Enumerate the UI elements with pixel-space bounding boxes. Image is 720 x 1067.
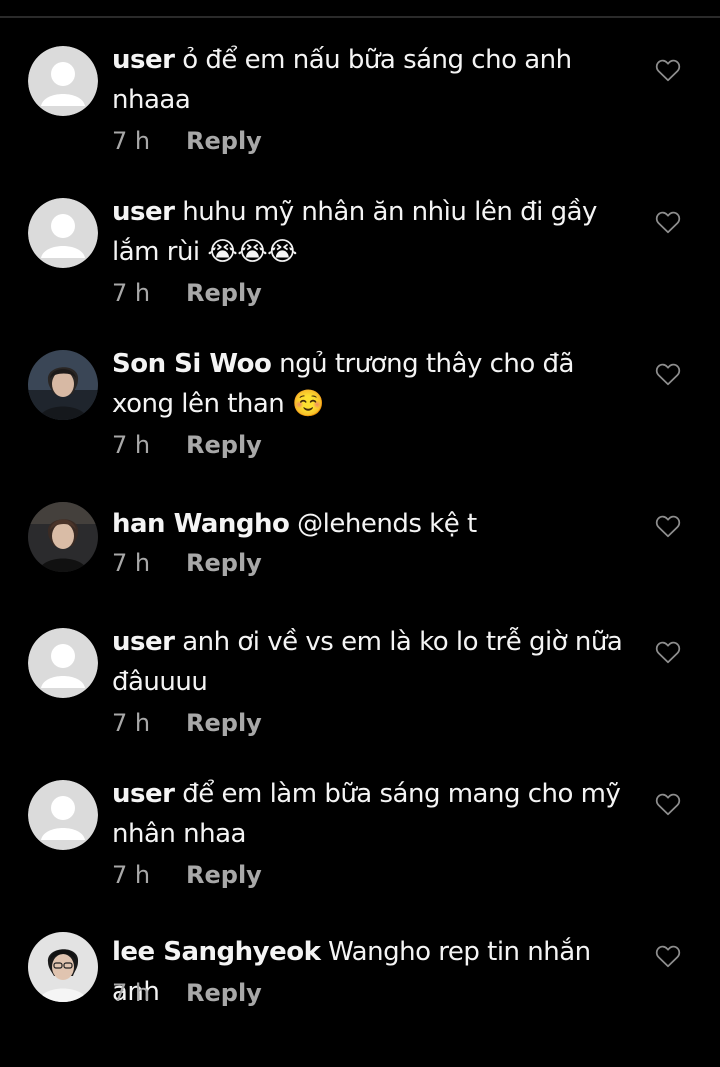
comment-item: han Wangho @lehends kệ t 7 h Reply bbox=[0, 502, 720, 592]
comment-body: @lehends kệ t bbox=[297, 509, 477, 539]
comment-text: Son Si Woo ngủ trương thây cho đã xong l… bbox=[112, 344, 630, 424]
comment-text: user anh ơi về vs em là ko lo trễ giờ nữ… bbox=[112, 622, 630, 702]
comment-meta: 7 h Reply bbox=[112, 860, 262, 890]
comment-meta: 7 h Reply bbox=[112, 708, 262, 738]
comment-meta: 7 h Reply bbox=[112, 126, 262, 156]
comment-username[interactable]: user bbox=[112, 45, 175, 75]
heart-outline-icon[interactable] bbox=[655, 514, 681, 538]
comment-meta: 7 h Reply bbox=[112, 548, 262, 578]
reply-button[interactable]: Reply bbox=[186, 431, 262, 459]
heart-outline-icon[interactable] bbox=[655, 362, 681, 386]
comment-text: user ỏ để em nấu bữa sáng cho anh nhaaa bbox=[112, 40, 630, 120]
comment-username[interactable]: user bbox=[112, 197, 175, 227]
comment-body: ỏ để em nấu bữa sáng cho anh nhaaa bbox=[112, 45, 572, 115]
reply-button[interactable]: Reply bbox=[186, 127, 262, 155]
reply-button[interactable]: Reply bbox=[186, 549, 262, 577]
reply-button[interactable]: Reply bbox=[186, 979, 262, 1007]
comment-time: 7 h bbox=[112, 549, 151, 577]
photo-avatar[interactable] bbox=[28, 932, 98, 1002]
heart-outline-icon[interactable] bbox=[655, 792, 681, 816]
comment-time: 7 h bbox=[112, 431, 151, 459]
comment-username[interactable]: han Wangho bbox=[112, 509, 290, 539]
heart-outline-icon[interactable] bbox=[655, 210, 681, 234]
top-divider bbox=[0, 16, 720, 18]
comment-item: lee Sanghyeok Wangho rep tin nhắn anh 7 … bbox=[0, 932, 720, 1022]
comment-body: anh ơi về vs em là ko lo trễ giờ nữa đâu… bbox=[112, 627, 623, 697]
comment-username[interactable]: Son Si Woo bbox=[112, 349, 272, 379]
comment-text: user huhu mỹ nhân ăn nhìu lên đi gầy lắm… bbox=[112, 192, 630, 272]
heart-outline-icon[interactable] bbox=[655, 640, 681, 664]
comment-time: 7 h bbox=[112, 861, 151, 889]
comment-meta: 7 h Reply bbox=[112, 978, 262, 1008]
comment-username[interactable]: lee Sanghyeok bbox=[112, 937, 321, 967]
default-avatar[interactable] bbox=[28, 628, 98, 698]
comment-time: 7 h bbox=[112, 279, 151, 307]
comment-item: user ỏ để em nấu bữa sáng cho anh nhaaa … bbox=[0, 45, 720, 166]
photo-avatar[interactable] bbox=[28, 350, 98, 420]
comment-time: 7 h bbox=[112, 709, 151, 737]
comment-item: user huhu mỹ nhân ăn nhìu lên đi gầy lắm… bbox=[0, 197, 720, 318]
comment-text: han Wangho @lehends kệ t bbox=[112, 504, 630, 544]
comment-body: để em làm bữa sáng mang cho mỹ nhân nhaa bbox=[112, 779, 621, 849]
comment-username[interactable]: user bbox=[112, 779, 175, 809]
reply-button[interactable]: Reply bbox=[186, 709, 262, 737]
default-avatar[interactable] bbox=[28, 46, 98, 116]
comment-time: 7 h bbox=[112, 979, 151, 1007]
reply-button[interactable]: Reply bbox=[186, 279, 262, 307]
comment-text: user để em làm bữa sáng mang cho mỹ nhân… bbox=[112, 774, 630, 854]
default-avatar[interactable] bbox=[28, 780, 98, 850]
comment-time: 7 h bbox=[112, 127, 151, 155]
comment-item: Son Si Woo ngủ trương thây cho đã xong l… bbox=[0, 349, 720, 470]
heart-outline-icon[interactable] bbox=[655, 944, 681, 968]
comment-meta: 7 h Reply bbox=[112, 278, 262, 308]
comment-username[interactable]: user bbox=[112, 627, 175, 657]
photo-avatar[interactable] bbox=[28, 502, 98, 572]
comment-meta: 7 h Reply bbox=[112, 430, 262, 460]
default-avatar[interactable] bbox=[28, 198, 98, 268]
comment-item: user để em làm bữa sáng mang cho mỹ nhân… bbox=[0, 779, 720, 900]
heart-outline-icon[interactable] bbox=[655, 58, 681, 82]
reply-button[interactable]: Reply bbox=[186, 861, 262, 889]
comment-item: user anh ơi về vs em là ko lo trễ giờ nữ… bbox=[0, 627, 720, 748]
comment-body: huhu mỹ nhân ăn nhìu lên đi gầy lắm rùi … bbox=[112, 197, 597, 267]
